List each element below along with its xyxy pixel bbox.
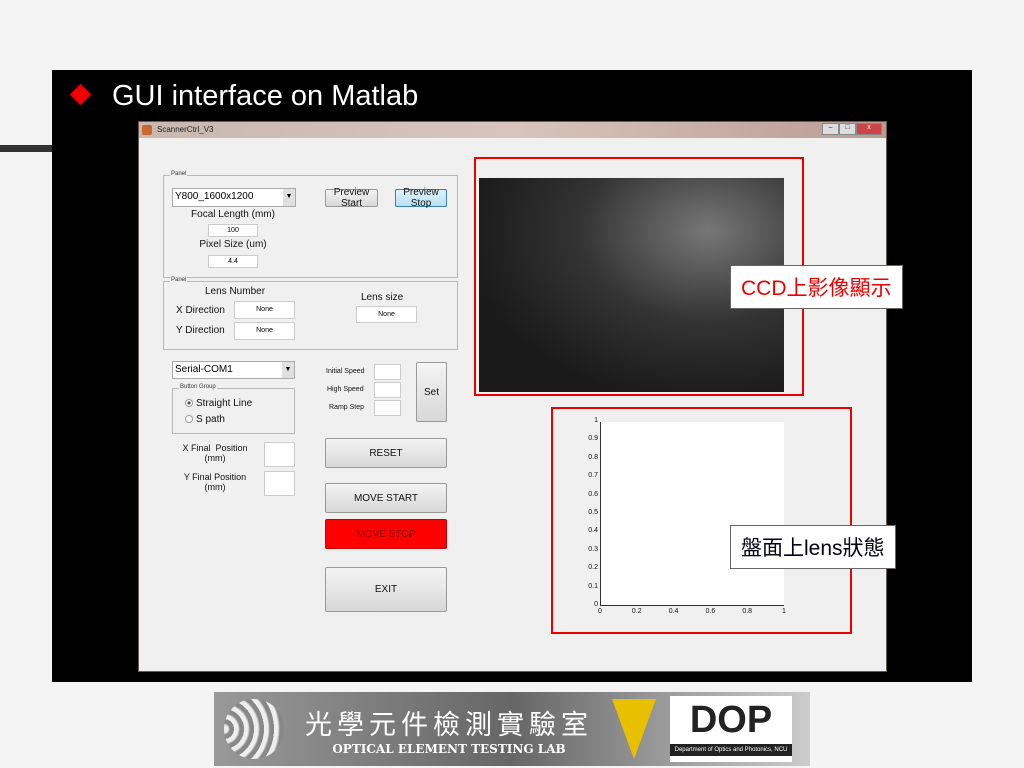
maximize-button[interactable]: □ [839,123,856,135]
y-tick-label: 0.6 [588,490,598,498]
x-tick-label: 0.8 [742,608,753,615]
initial-speed-input[interactable] [374,364,401,380]
y-tick-label: 0 [594,601,598,608]
ramp-step-label: Ramp Step [329,404,365,411]
high-speed-label: High Speed [327,386,364,393]
y-final-position-label: Y Final Position (mm) [183,472,247,492]
ccd-callout: CCD上影像顯示 [730,265,903,309]
pixel-size-label: Pixel Size (um) [199,239,267,250]
camera-format-select[interactable]: Y800_1600x1200 ▼ [172,188,296,207]
lens-size-label: Lens size [361,292,404,303]
y-direction-label: Y Direction [176,325,225,336]
x-direction-label: X Direction [176,305,225,316]
lab-name-chinese: 光學元件檢測實驗室 [305,709,593,741]
reset-button[interactable]: RESET [325,438,447,468]
move-start-button[interactable]: MOVE START [325,483,447,513]
radio-label: S path [196,414,225,425]
y-tick-label: 0.5 [588,509,598,516]
radio-selected-icon [185,399,193,407]
initial-speed-label: Initial Speed [326,368,365,375]
pixel-size-input[interactable]: 4.4 [208,255,258,268]
matlab-icon [142,125,152,135]
close-button[interactable]: x [856,123,882,135]
slide-title: GUI interface on Matlab [112,80,419,112]
y-tick-label: 0.4 [588,527,598,535]
title-bar: ScannerCtrl_V3 ‒ □ x [139,122,886,138]
decorative-bar [0,145,52,152]
lab-logo-icon [224,699,284,759]
x-tick-label: 0.6 [705,608,716,615]
dropdown-arrow-icon: ▼ [282,362,294,378]
lens-status-axes [600,422,784,606]
selected-value: Serial-COM1 [175,364,233,375]
focal-length-input[interactable]: 100 [208,224,258,237]
window-title: ScannerCtrl_V3 [157,125,214,134]
lab-logo-banner: 光學元件檢測實驗室 OPTICAL ELEMENT TESTING LAB DO… [214,692,810,766]
panel-title: Panel [170,277,188,283]
panel-title: Panel [170,171,188,177]
dop-logo: DOP [689,699,773,741]
x-tick-label: 0 [598,608,602,615]
radio-s-path[interactable]: S path [185,414,225,425]
lab-name-english: OPTICAL ELEMENT TESTING LAB [332,741,566,756]
x-tick-label: 0.2 [631,608,642,615]
dropdown-arrow-icon: ▼ [283,189,295,206]
lens-size-input[interactable]: None [356,306,417,323]
department-name: Department of Optics and Photonics, NCU [670,744,792,756]
y-tick-label: 0.2 [588,564,598,572]
university-emblem-icon [612,699,656,759]
x-final-position-input[interactable] [264,442,295,467]
set-button[interactable]: Set [416,362,447,422]
x-final-position-label: X Final Position (mm) [182,443,248,463]
radio-straight-line[interactable]: Straight Line [185,398,252,409]
radio-unselected-icon [185,415,193,423]
button-group-title: Button Group [179,384,217,390]
radio-label: Straight Line [196,398,253,409]
lens-callout: 盤面上lens狀態 [730,525,896,569]
lens-number-label: Lens Number [205,286,266,297]
exit-button[interactable]: EXIT [325,567,447,612]
x-direction-input[interactable]: None [234,301,295,319]
selected-value: Y800_1600x1200 [175,191,254,202]
x-tick-label: 1 [782,608,786,615]
y-tick-label: 0.8 [588,453,598,461]
y-tick-label: 0.1 [588,582,598,590]
preview-start-button[interactable]: Preview Start [325,187,378,209]
x-tick-label: 0.4 [668,608,679,615]
y-tick-label: 1 [594,417,598,424]
y-tick-label: 0.7 [588,472,598,480]
y-tick-label: 0.3 [588,545,598,553]
y-tick-label: 0.9 [588,435,598,443]
y-final-position-input[interactable] [264,471,295,496]
move-stop-button[interactable]: MOVE STOP [325,519,447,549]
minimize-button[interactable]: ‒ [822,123,839,135]
high-speed-input[interactable] [374,382,401,398]
serial-port-select[interactable]: Serial-COM1 ▼ [172,361,295,379]
focal-length-label: Focal Length (mm) [191,209,275,220]
preview-stop-button[interactable]: Preview Stop [395,187,447,209]
button-group: Button Group Straight Line S path [172,384,295,434]
y-direction-input[interactable]: None [234,322,295,340]
ramp-step-input[interactable] [374,400,401,416]
